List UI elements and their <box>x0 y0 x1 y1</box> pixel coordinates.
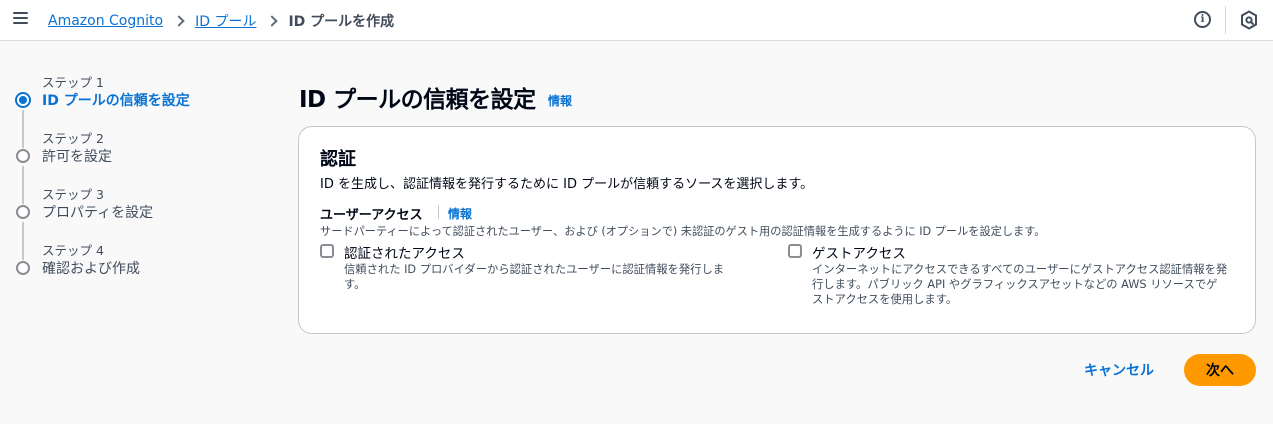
step-title: 許可を設定 <box>42 149 112 165</box>
chevron-right-icon <box>266 15 279 27</box>
step-1: ステップ 1 ID プールの信頼を設定 <box>12 70 252 148</box>
user-access-label: ユーザーアクセス <box>320 208 423 223</box>
breadcrumb-id-pool[interactable]: ID プール <box>195 11 256 31</box>
option-description: 信頼された ID プロバイダーから認証されたユーザーに認証情報を発行します。 <box>344 263 725 291</box>
step-number: ステップ 3 <box>42 187 104 202</box>
step-circle-icon <box>16 149 30 163</box>
step-title: ID プールの信頼を設定 <box>42 93 190 109</box>
settings-icon[interactable] <box>1240 10 1258 30</box>
breadcrumb-current: ID プールを作成 <box>288 14 395 30</box>
step-active-circle-icon <box>15 92 31 108</box>
step-circle-icon <box>16 261 30 275</box>
step-3: ステップ 3 プロパティを設定 <box>12 182 252 260</box>
guest-access-checkbox[interactable] <box>788 244 802 258</box>
step-title: プロパティを設定 <box>42 205 154 221</box>
step-number: ステップ 2 <box>42 131 104 146</box>
cancel-button[interactable]: キャンセル <box>1072 354 1166 386</box>
wizard-steps: ステップ 1 ID プールの信頼を設定 ステップ 2 許可を設定 ステップ 3 … <box>12 70 252 294</box>
option-description: インターネットにアクセスできるすべてのユーザーにゲストアクセス認証情報を発行しま… <box>812 263 1228 306</box>
chevron-right-icon <box>173 15 185 27</box>
step-4: ステップ 4 確認および作成 <box>12 238 252 294</box>
menu-icon[interactable] <box>13 12 28 26</box>
breadcrumb: Amazon Cognito ID プール ID プールを作成 <box>48 11 394 31</box>
next-button[interactable]: 次へ <box>1184 354 1256 386</box>
top-navigation-bar: Amazon Cognito ID プール ID プールを作成 i <box>0 0 1273 41</box>
user-access-description: サードパーティーによって認証されたユーザー、および (オプションで) 未認証のゲ… <box>320 225 1046 238</box>
option-label[interactable]: 認証されたアクセス <box>344 242 465 262</box>
user-access-info-link[interactable]: 情報 <box>448 205 472 222</box>
toolbar-divider <box>1225 6 1226 34</box>
page-info-link[interactable]: 情報 <box>548 92 572 109</box>
page-title: ID プールの信頼を設定 <box>299 87 536 113</box>
step-number: ステップ 1 <box>42 75 104 90</box>
container-description: ID を生成し、認証情報を発行するために ID プールが信頼するソースを選択しま… <box>320 177 814 192</box>
container-title: 認証 <box>320 149 356 170</box>
authentication-container: 認証 ID を生成し、認証情報を発行するために ID プールが信頼するソースを選… <box>298 126 1256 334</box>
step-circle-icon <box>16 205 30 219</box>
option-label[interactable]: ゲストアクセス <box>812 242 906 262</box>
step-number: ステップ 4 <box>42 243 104 258</box>
info-icon[interactable]: i <box>1194 11 1211 28</box>
label-divider <box>438 205 439 219</box>
authenticated-access-checkbox[interactable] <box>320 244 334 258</box>
step-2: ステップ 2 許可を設定 <box>12 126 252 204</box>
breadcrumb-amazon-cognito[interactable]: Amazon Cognito <box>48 13 163 29</box>
step-title: 確認および作成 <box>42 261 140 277</box>
